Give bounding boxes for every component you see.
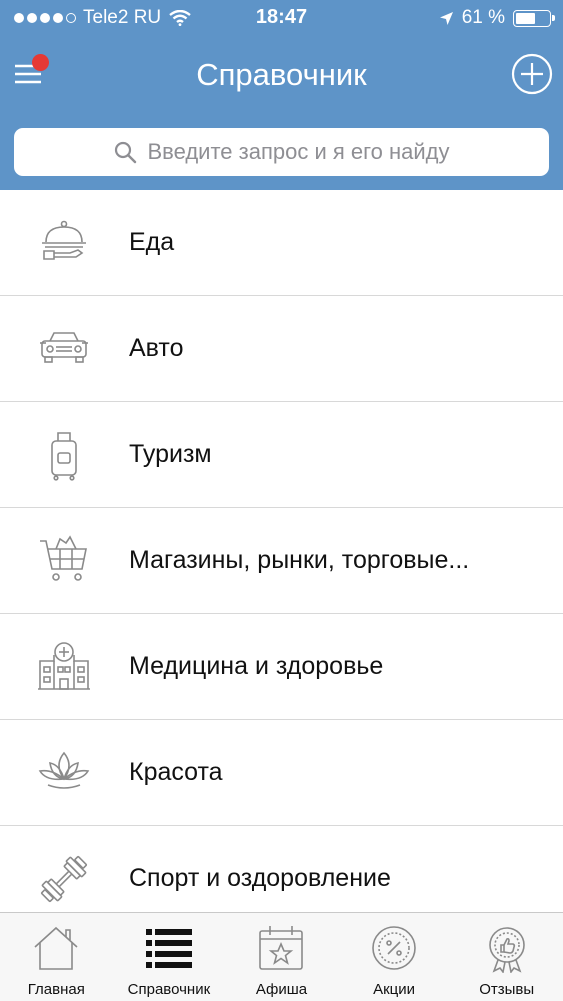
category-label: Авто [129,334,184,362]
percent-badge-icon [372,926,416,970]
list-item-tourism[interactable]: Туризм [0,402,563,508]
category-label: Медицина и здоровье [129,652,384,680]
car-icon [40,332,88,363]
search-icon [115,141,137,164]
tab-label: Акции [373,981,416,998]
shopping-cart-icon [40,535,87,581]
status-right: 61 % [439,7,555,29]
tab-label: Главная [27,981,85,998]
tab-events[interactable]: Афиша [225,913,338,1001]
tab-label: Справочник [127,981,211,998]
list-item-beauty[interactable]: Красота [0,720,563,826]
status-bar: Tele2 RU 18:47 61 % [0,0,563,36]
battery-fill [516,12,535,24]
battery-percent: 61 % [461,7,505,28]
list-item-medicine[interactable]: Медицина и здоровье [0,614,563,720]
category-label: Магазины, рынки, торговые... [129,546,470,574]
location-arrow-icon [439,11,453,25]
header: Tele2 RU 18:47 61 % Справочник Введите з… [0,0,563,190]
thumbs-up-badge-icon [488,927,525,973]
add-button[interactable] [511,53,553,95]
tab-directory[interactable]: Справочник [113,913,226,1001]
list-item-food[interactable]: Еда [0,190,563,296]
dumbbell-icon [40,855,88,903]
search-placeholder: Введите запрос и я его найду [147,139,450,164]
calendar-star-icon [259,926,304,970]
page-title: Справочник [196,57,367,92]
suitcase-icon [51,432,77,481]
tab-home[interactable]: Главная [0,913,113,1001]
nav-bar: Справочник [0,40,563,112]
search-input[interactable]: Введите запрос и я его найду [14,128,549,176]
category-label: Еда [129,228,175,256]
tab-label: Отзывы [479,981,535,998]
list-icon [145,929,192,968]
food-cloche-icon [42,220,86,260]
list-item-shops[interactable]: Магазины, рынки, торговые... [0,508,563,614]
tab-reviews[interactable]: Отзывы [450,913,563,1001]
category-label: Красота [129,758,223,786]
tab-label: Афиша [255,981,308,998]
home-icon [34,926,78,970]
battery-icon [513,9,555,27]
tab-bar: Главная Справочник Афиша Акции Отзывы [0,912,563,1001]
list-item-auto[interactable]: Авто [0,296,563,402]
hospital-icon [38,642,90,690]
battery-tip [552,14,555,21]
lotus-icon [38,751,90,789]
category-list: Еда Авто Туризм Магазины, рынки, торговы… [0,190,563,932]
tab-promotions[interactable]: Акции [338,913,451,1001]
category-label: Туризм [129,440,212,468]
